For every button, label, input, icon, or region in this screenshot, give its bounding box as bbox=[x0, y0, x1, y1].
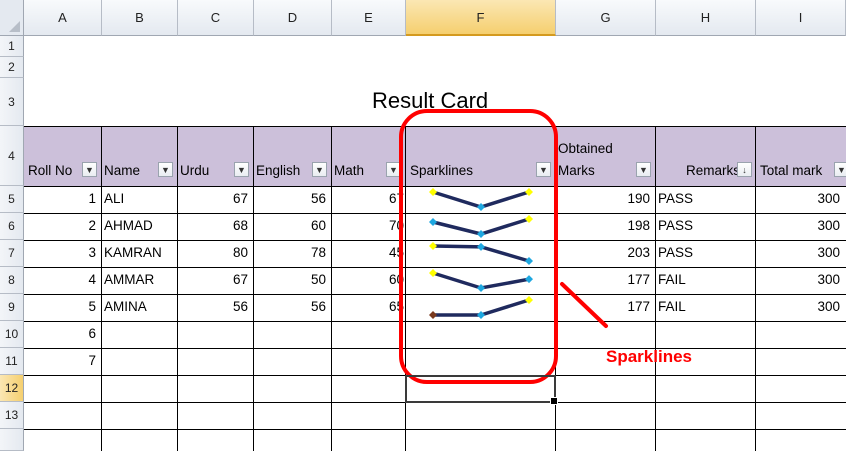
callout-arrow-line bbox=[560, 282, 608, 328]
sparkline-marker bbox=[429, 188, 437, 196]
active-cell[interactable] bbox=[405, 375, 558, 405]
sparkline-marker bbox=[525, 215, 533, 223]
sparkline-marker bbox=[525, 296, 533, 304]
sparkline-marker bbox=[429, 269, 437, 277]
sparkline-marker bbox=[477, 230, 485, 238]
sparkline-marker bbox=[477, 203, 485, 211]
sparkline-marker bbox=[429, 242, 437, 250]
sparklines-callout-label: Sparklines bbox=[606, 347, 692, 366]
sparkline-marker bbox=[429, 218, 437, 226]
sparkline-marker bbox=[477, 311, 485, 319]
fill-handle[interactable] bbox=[550, 397, 558, 405]
sparkline-marker bbox=[525, 257, 533, 265]
sparkline-marker bbox=[429, 311, 437, 319]
sparkline-marker bbox=[525, 188, 533, 196]
sparkline-marker bbox=[477, 284, 485, 292]
sparkline-marker bbox=[477, 242, 485, 251]
sparkline-marker bbox=[525, 275, 533, 284]
